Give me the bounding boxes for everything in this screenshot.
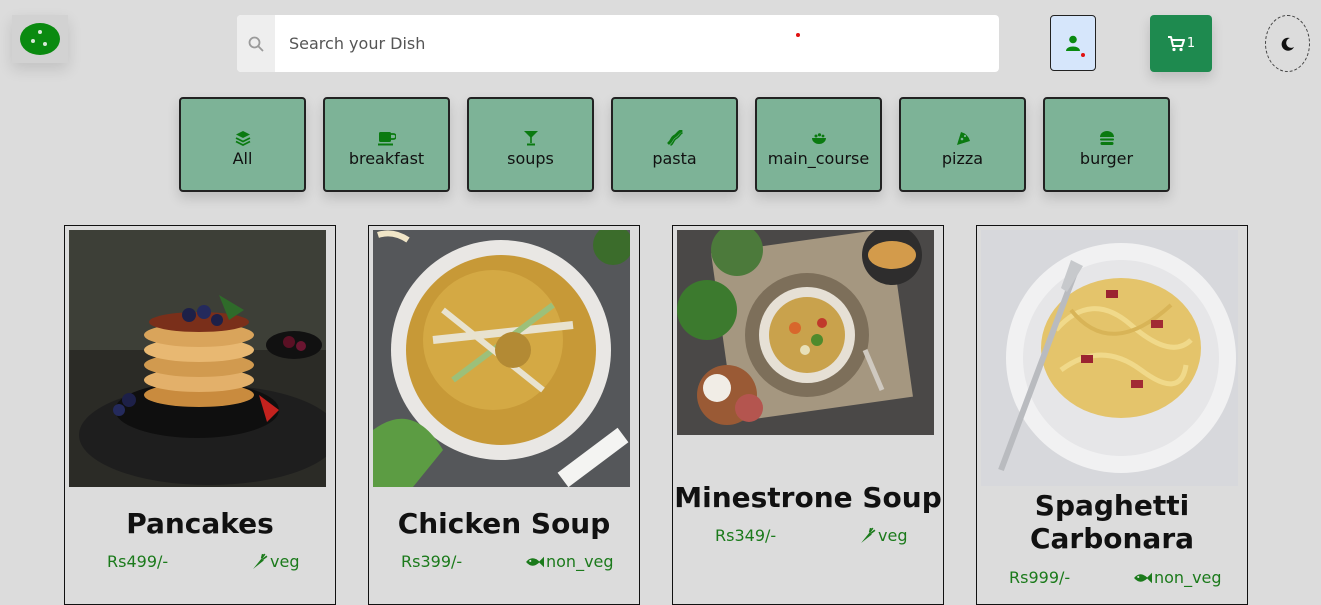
search-input[interactable]: [287, 22, 999, 65]
category-burger[interactable]: burger: [1043, 97, 1170, 192]
cart-icon: [1167, 35, 1185, 51]
burger-icon: [1099, 130, 1114, 145]
search-icon: [237, 15, 275, 72]
category-label: main_course: [767, 148, 870, 168]
cart-button[interactable]: 1: [1150, 15, 1212, 72]
diet-label: veg: [270, 552, 300, 571]
bacon-icon: [667, 129, 683, 146]
category-breakfast[interactable]: breakfast: [323, 97, 450, 192]
dish-image: [677, 230, 934, 435]
category-pizza[interactable]: pizza: [899, 97, 1026, 192]
bowl-icon: [811, 132, 826, 144]
dish-price: Rs999/-: [1009, 568, 1071, 587]
category-label: burger: [1079, 148, 1134, 168]
fish-icon: [1134, 572, 1152, 583]
logo[interactable]: [12, 15, 68, 63]
dish-price: Rs499/-: [107, 552, 169, 571]
cart-count: 1: [1186, 36, 1196, 51]
category-label: pasta: [652, 148, 697, 168]
category-label: All: [232, 148, 253, 168]
carrot-icon: [253, 553, 268, 569]
category-soups[interactable]: soups: [467, 97, 594, 192]
category-label: pizza: [941, 148, 984, 168]
indicator-dot: [796, 33, 800, 37]
moon-icon: [1281, 37, 1294, 51]
diet-tag: non_veg: [1133, 568, 1222, 587]
dish-name: Spaghetti Carbonara: [1029, 489, 1195, 555]
theme-toggle-button[interactable]: [1265, 15, 1310, 72]
category-all[interactable]: All: [179, 97, 306, 192]
user-icon: [1066, 35, 1080, 51]
search-bar: [237, 15, 999, 72]
diet-tag: non_veg: [525, 552, 614, 571]
category-bar: All breakfast soups pasta main_course pi…: [179, 97, 1170, 192]
dish-name: Pancakes: [126, 507, 274, 540]
diet-label: veg: [878, 526, 908, 545]
notification-dot: [1081, 53, 1085, 57]
dish-name: Chicken Soup: [397, 507, 611, 540]
dish-card-pancakes[interactable]: Pancakes Rs499/- veg: [64, 225, 336, 605]
cocktail-glass-icon: [523, 130, 538, 145]
logo-icon: [20, 23, 60, 55]
diet-label: non_veg: [1154, 568, 1222, 587]
fish-icon: [526, 556, 544, 567]
diet-tag: veg: [251, 552, 299, 571]
category-pasta[interactable]: pasta: [611, 97, 738, 192]
diet-tag: veg: [859, 526, 907, 545]
pizza-slice-icon: [956, 131, 970, 145]
carrot-icon: [861, 527, 876, 543]
dish-price: Rs399/-: [401, 552, 463, 571]
dish-card-chicken-soup[interactable]: Chicken Soup Rs399/- non_veg: [368, 225, 640, 605]
dish-price: Rs349/-: [715, 526, 777, 545]
dish-card-spaghetti-carbonara[interactable]: Spaghetti Carbonara Rs999/- non_veg: [976, 225, 1248, 605]
category-main-course[interactable]: main_course: [755, 97, 882, 192]
coffee-mug-icon: [377, 131, 396, 145]
dish-image: [373, 230, 630, 487]
dish-card-minestrone-soup[interactable]: Minestrone Soup Rs349/- veg: [672, 225, 944, 605]
category-label: soups: [507, 148, 554, 168]
layers-icon: [235, 130, 250, 146]
dish-name: Minestrone Soup: [674, 481, 942, 514]
dish-image: [69, 230, 326, 487]
dish-image: [981, 230, 1238, 486]
category-label: breakfast: [348, 148, 425, 168]
diet-label: non_veg: [546, 552, 614, 571]
user-button[interactable]: [1050, 15, 1096, 71]
